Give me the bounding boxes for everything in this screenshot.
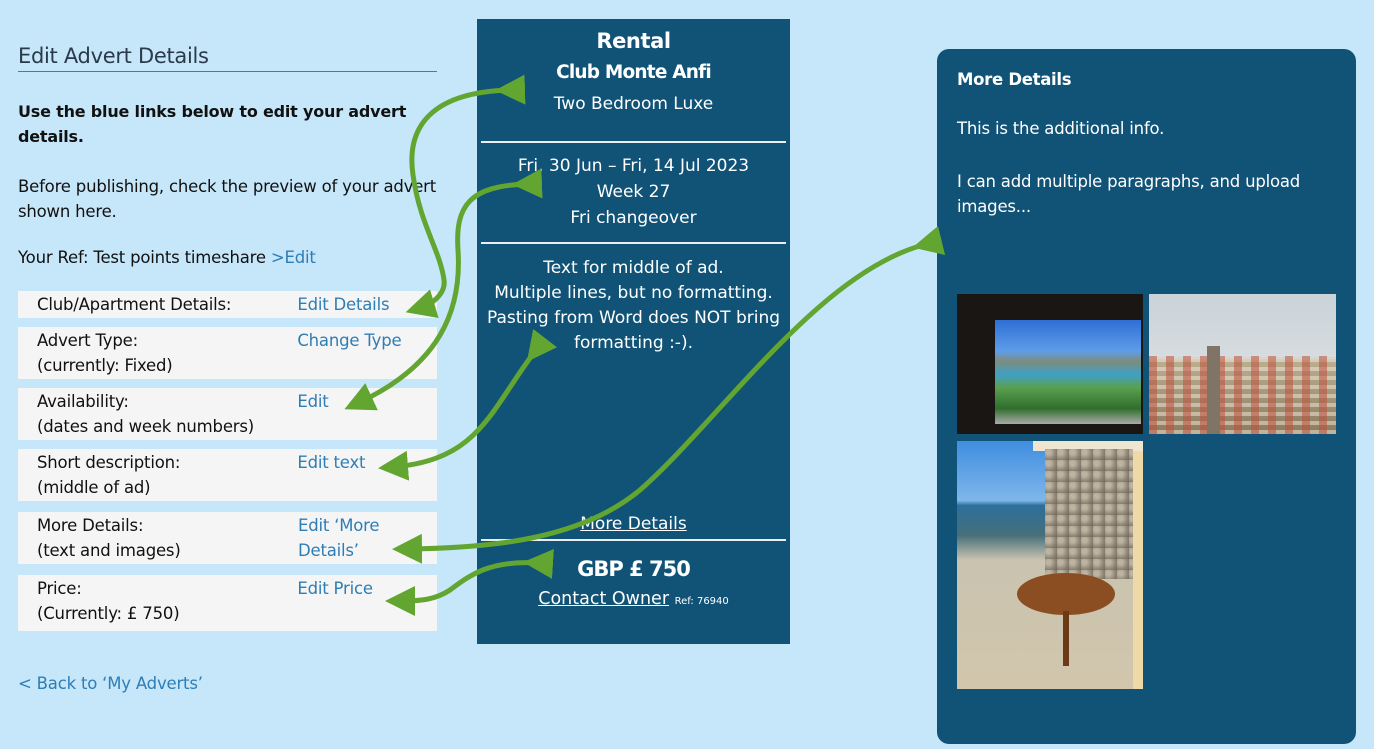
edit-rows: Club/Apartment Details: Edit Details Adv… (18, 291, 437, 631)
club-name: Club Monte Anfi (556, 62, 712, 83)
row-sublabel: (middle of ad) (37, 478, 151, 497)
row-label: Short description: (middle of ad) (37, 450, 297, 500)
row-price: Price: (Currently: £ 750) Edit Price (18, 575, 437, 631)
description-line: Pasting from Word does NOT bring formatt… (486, 308, 781, 353)
edit-price-link[interactable]: Edit Price (297, 579, 373, 598)
photo-tablet-screen (995, 320, 1141, 424)
intro-instruction: Use the blue links below to edit your ad… (18, 102, 407, 146)
divider (481, 539, 786, 541)
change-type-link[interactable]: Change Type (297, 331, 401, 350)
photo-table-leg (1063, 611, 1069, 666)
more-details-link[interactable]: More Details (477, 509, 790, 539)
advert-header: Rental Club Monte Anfi Two Bedroom Luxe (477, 27, 790, 141)
row-sublabel: (Currently: £ 750) (37, 604, 180, 623)
more-details-panel: More Details This is the additional info… (937, 49, 1356, 744)
advert-availability: Fri, 30 Jun – Fri, 14 Jul 2023 Week 27 F… (477, 143, 790, 242)
row-short-description: Short description: (middle of ad) Edit t… (18, 449, 437, 501)
row-label-text: Advert Type: (37, 331, 138, 350)
contact-line: Contact Owner Ref: 76940 (477, 589, 790, 609)
row-label: More Details: (text and images) (37, 513, 298, 563)
row-advert-type: Advert Type: (currently: Fixed) Change T… (18, 327, 437, 379)
edit-text-link[interactable]: Edit text (297, 453, 365, 472)
advert-ref: Ref: 76940 (674, 596, 729, 607)
back-to-my-adverts-link[interactable]: < Back to ‘My Adverts’ (18, 674, 203, 693)
advert-preview: Rental Club Monte Anfi Two Bedroom Luxe … (477, 19, 790, 644)
intro-text: Before publishing, check the preview of … (18, 177, 437, 221)
photo-map-grid (1149, 356, 1336, 434)
row-more-details: More Details: (text and images) Edit ‘Mo… (18, 512, 437, 564)
advert-type: Rental (596, 29, 671, 53)
row-sublabel: (currently: Fixed) (37, 356, 173, 375)
row-label-text: Availability: (37, 392, 129, 411)
your-ref-text: Your Ref: Test points timeshare (18, 248, 266, 267)
changeover-day: Fri changeover (570, 208, 697, 228)
apartment-type: Two Bedroom Luxe (553, 94, 714, 114)
more-details-title: More Details (957, 70, 1072, 89)
row-sublabel: (text and images) (37, 541, 181, 560)
your-ref: Your Ref: Test points timeshare >Edit (18, 248, 437, 267)
row-club-apartment: Club/Apartment Details: Edit Details (18, 291, 437, 318)
page-title: Edit Advert Details (18, 40, 437, 72)
row-label: Club/Apartment Details: (37, 292, 297, 317)
date-range: Fri, 30 Jun – Fri, 14 Jul 2023 (517, 156, 750, 176)
photo-map-tower (1207, 346, 1220, 434)
week-number: Week 27 (596, 182, 671, 202)
photo-pillar (1133, 451, 1143, 689)
photo-stone-wall (1045, 449, 1133, 579)
row-label: Advert Type: (currently: Fixed) (37, 328, 297, 378)
contact-owner-link[interactable]: Contact Owner (538, 589, 669, 609)
description-line: Text for middle of ad. (543, 258, 724, 278)
edit-availability-link[interactable]: Edit (297, 392, 328, 411)
row-label-text: Price: (37, 579, 82, 598)
advert-price: GBP £ 750 (577, 557, 691, 581)
edit-ref-link[interactable]: >Edit (271, 248, 316, 267)
row-label-text: Club/Apartment Details: (37, 295, 232, 314)
row-availability: Availability: (dates and week numbers) E… (18, 388, 437, 440)
row-sublabel: (dates and week numbers) (37, 417, 254, 436)
photo-resort-view[interactable] (957, 294, 1143, 434)
photo-table (1017, 573, 1115, 615)
row-label-text: Short description: (37, 453, 181, 472)
photo-balcony[interactable] (957, 441, 1143, 689)
advert-description: Text for middle of ad. Multiple lines, b… (477, 244, 790, 506)
row-label: Price: (Currently: £ 750) (37, 576, 297, 626)
more-details-paragraph: I can add multiple paragraphs, and uploa… (957, 172, 1301, 216)
row-label: Availability: (dates and week numbers) (37, 389, 297, 439)
edit-panel: Edit Advert Details Use the blue links b… (18, 40, 437, 640)
edit-more-details-link[interactable]: Edit ‘More Details’ (298, 516, 380, 560)
photo-resort-map[interactable] (1149, 294, 1336, 434)
more-details-paragraph: This is the additional info. (957, 119, 1165, 138)
edit-details-link[interactable]: Edit Details (297, 295, 389, 314)
row-label-text: More Details: (37, 516, 144, 535)
description-line: Multiple lines, but no formatting. (494, 283, 773, 303)
